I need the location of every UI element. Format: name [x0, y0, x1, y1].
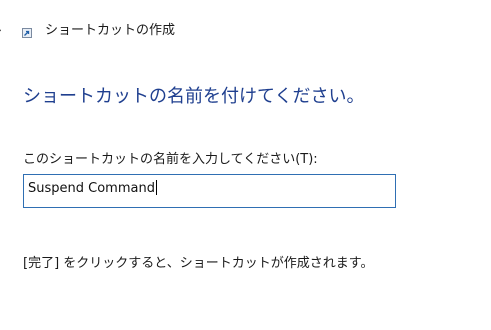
shortcut-name-input[interactable]: Suspend Command [23, 174, 396, 208]
shortcut-name-label: このショートカットの名前を入力してください(T): [23, 152, 318, 167]
back-arrow-icon[interactable]: › [0, 24, 5, 36]
shortcut-name-input-value: Suspend Command [28, 180, 157, 196]
page-heading: ショートカットの名前を付けてください。 [23, 86, 365, 107]
finish-info-text: [完了] をクリックすると、ショートカットが作成されます。 [23, 256, 374, 271]
window-title: ショートカットの作成 [45, 23, 176, 38]
text-caret [155, 180, 157, 195]
shortcut-icon [22, 28, 32, 38]
